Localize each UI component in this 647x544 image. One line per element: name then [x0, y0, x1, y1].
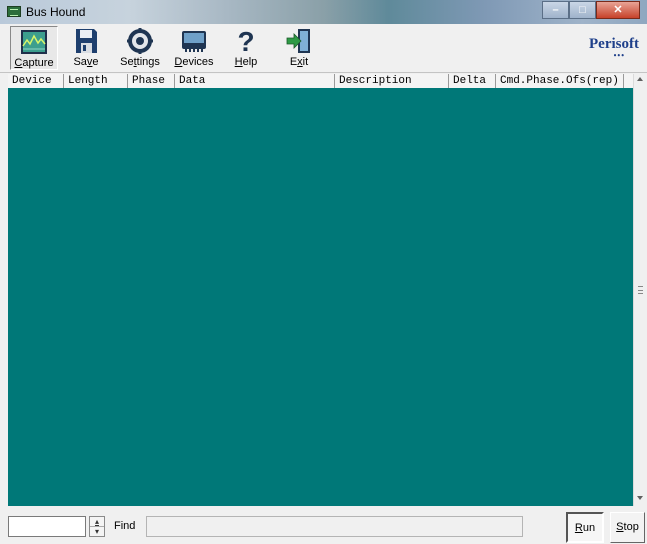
column-phase[interactable]: Phase	[128, 74, 175, 88]
window-controls: – □ ✕	[542, 1, 640, 20]
settings-button[interactable]: Settings	[116, 26, 164, 70]
exit-label: Exit	[289, 56, 309, 68]
column-device[interactable]: Device	[8, 74, 64, 88]
devices-button[interactable]: Devices	[170, 26, 218, 70]
close-button[interactable]: ✕	[596, 1, 640, 19]
settings-icon	[125, 27, 155, 55]
scroll-grip-icon[interactable]	[638, 286, 643, 294]
status-bar: ▴ ▾ Find Run Stop	[0, 506, 647, 544]
find-input[interactable]	[8, 516, 86, 537]
column-length[interactable]: Length	[64, 74, 128, 88]
maximize-button[interactable]: □	[569, 1, 596, 19]
capture-button[interactable]: Capture	[10, 26, 58, 70]
spin-up-icon[interactable]: ▴	[90, 517, 104, 527]
close-icon: ✕	[613, 4, 623, 16]
capture-label: Capture	[14, 57, 54, 69]
devices-icon	[179, 27, 209, 55]
devices-label: Devices	[174, 56, 214, 68]
maximize-icon: □	[579, 4, 586, 16]
brand-dots: •••	[613, 51, 625, 60]
help-button[interactable]: ? Help	[226, 26, 266, 70]
scroll-up-icon[interactable]	[637, 77, 643, 81]
status-text-field	[146, 516, 523, 537]
run-button[interactable]: Run	[566, 512, 604, 543]
save-button[interactable]: Save	[64, 26, 108, 70]
column-data[interactable]: Data	[175, 74, 335, 88]
column-delta[interactable]: Delta	[449, 74, 496, 88]
column-cmd-phase-ofs[interactable]: Cmd.Phase.Ofs(rep)	[496, 74, 624, 88]
save-label: Save	[73, 56, 99, 68]
scroll-down-icon[interactable]	[637, 496, 643, 500]
capture-data-area[interactable]	[8, 88, 633, 506]
spin-down-icon[interactable]: ▾	[90, 527, 104, 536]
find-spinner[interactable]: ▴ ▾	[89, 516, 105, 537]
svg-text:?: ?	[237, 27, 254, 55]
vertical-scrollbar[interactable]	[633, 74, 647, 506]
minimize-button[interactable]: –	[542, 1, 569, 19]
brand-logo: Perisoft •••	[589, 36, 639, 60]
column-description[interactable]: Description	[335, 74, 449, 88]
settings-label: Settings	[120, 56, 160, 68]
exit-button[interactable]: Exit	[280, 26, 318, 70]
help-icon: ?	[231, 26, 261, 57]
stop-button[interactable]: Stop	[610, 512, 645, 543]
capture-icon	[19, 28, 49, 56]
title-bar[interactable]: Bus Hound – □ ✕	[0, 0, 647, 24]
app-icon	[7, 6, 21, 17]
window-title: Bus Hound	[26, 5, 86, 19]
brand-name: Perisoft	[589, 36, 639, 52]
save-icon	[71, 27, 101, 55]
toolbar: Capture Save Settings Devices ? Help Exi…	[0, 24, 647, 73]
minimize-icon: –	[552, 4, 559, 16]
help-label: Help	[234, 56, 258, 68]
exit-icon	[284, 27, 314, 55]
column-header: Device Length Phase Data Description Del…	[8, 74, 633, 89]
find-label: Find	[114, 520, 136, 532]
